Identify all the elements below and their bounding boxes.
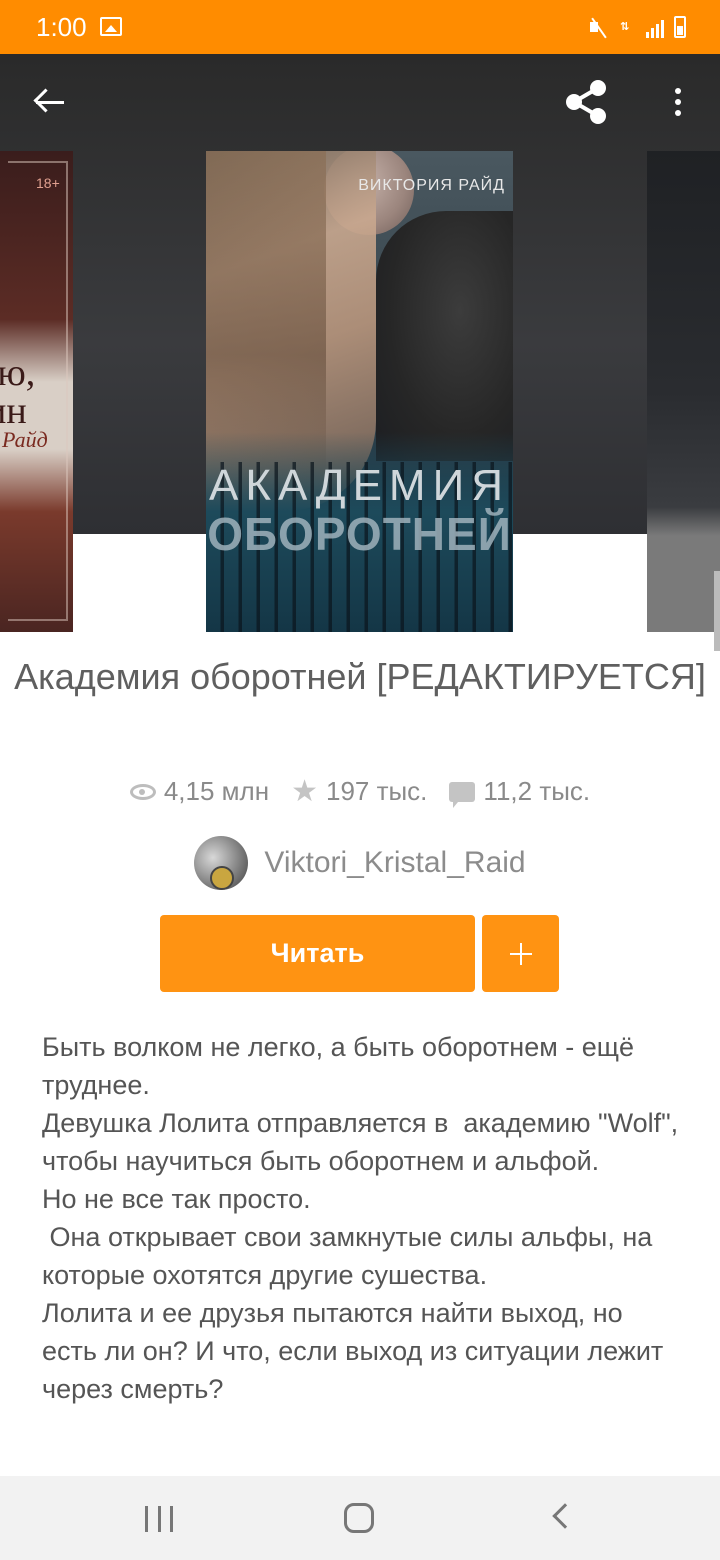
star-icon: ★ xyxy=(291,774,318,808)
recent-apps-button[interactable] xyxy=(145,1506,173,1532)
reads-count: 4,15 млн xyxy=(163,776,270,806)
description-paragraph: Быть волком не легко, а быть оборотнем -… xyxy=(42,1032,642,1100)
plus-icon xyxy=(509,942,532,965)
battery-icon xyxy=(674,16,686,38)
cover-title-line1: АКАДЕМИЯ xyxy=(209,461,510,510)
mute-icon xyxy=(588,16,610,38)
gallery-notification-icon xyxy=(100,17,122,36)
author-name[interactable]: Viktori_Kristal_Raid xyxy=(264,846,525,880)
data-transfer-icon: ⇅ xyxy=(620,21,630,33)
recents-icon xyxy=(145,1506,148,1532)
description-paragraph: Она открывает свои замкнутые силы альфы,… xyxy=(42,1222,660,1290)
description-paragraph: Но не все так просто. xyxy=(42,1184,311,1214)
age-badge: 18+ xyxy=(36,175,60,191)
home-button[interactable] xyxy=(344,1503,374,1533)
scrollbar xyxy=(714,571,720,651)
description-paragraph: Лолита и ее друзья пытаются найти выход,… xyxy=(42,1298,671,1404)
previous-book-cover[interactable]: 18+ ью, ин Райд xyxy=(0,151,73,632)
status-icons: ⇅ xyxy=(588,14,686,40)
votes-count: 197 тыс. xyxy=(325,776,428,806)
book-cover[interactable]: ВИКТОРИЯ РАЙД АКАДЕМИЯ ОБОРОТНЕЙ xyxy=(206,151,513,632)
signal-icon xyxy=(646,16,664,38)
share-icon xyxy=(566,80,606,124)
system-back-button[interactable] xyxy=(552,1503,578,1529)
comments-stat: 11,2 тыс. xyxy=(449,776,591,808)
eye-icon xyxy=(129,783,156,800)
status-time: 1:00 xyxy=(36,12,87,42)
status-bar: 1:00 ⇅ xyxy=(0,0,720,54)
reads-stat: 4,15 млн xyxy=(129,776,270,807)
description-paragraph: Девушка Лолита отправляется в академию "… xyxy=(42,1108,694,1176)
comments-count: 11,2 тыс. xyxy=(483,776,591,806)
share-button[interactable] xyxy=(562,78,612,126)
comment-icon xyxy=(449,781,476,808)
more-options-button[interactable] xyxy=(660,82,696,122)
next-book-cover[interactable] xyxy=(647,151,720,651)
add-to-library-button[interactable] xyxy=(482,915,559,992)
author-avatar[interactable] xyxy=(194,836,249,890)
read-button[interactable]: Читать xyxy=(160,915,475,992)
system-navigation-bar xyxy=(0,1476,720,1560)
author-row[interactable]: Viktori_Kristal_Raid xyxy=(0,836,720,890)
wolf-illustration xyxy=(376,211,513,461)
cover-left-author: Райд xyxy=(2,427,48,452)
back-button[interactable] xyxy=(28,84,72,120)
cover-author-text: ВИКТОРИЯ РАЙД xyxy=(358,177,505,194)
more-vert-icon xyxy=(675,88,681,94)
votes-stat: ★ 197 тыс. xyxy=(291,776,427,807)
cover-title-line2: ОБОРОТНЕЙ xyxy=(207,508,512,560)
book-title: Академия оборотней [РЕДАКТИРУЕТСЯ] xyxy=(14,656,706,697)
book-description: Быть волком не легко, а быть оборотнем -… xyxy=(42,1028,682,1408)
book-stats: 4,15 млн ★ 197 тыс. 11,2 тыс. xyxy=(0,776,720,808)
